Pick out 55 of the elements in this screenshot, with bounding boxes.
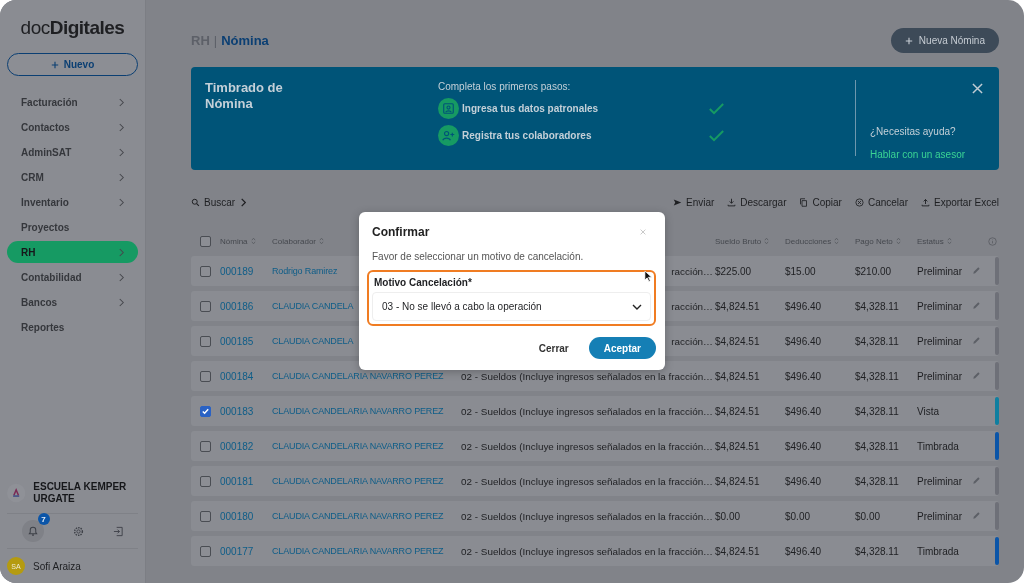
user-name: Sofi Araiza [33, 560, 81, 572]
table-cell-text: $4,328.11 [855, 475, 900, 487]
table-cell-text: $496.40 [785, 475, 823, 487]
table-cell-text: 02 - Sueldos (Incluye ingresos señalados en la fracción… [461, 440, 714, 452]
table-cell-text: $0.00 [715, 510, 742, 522]
banner-title: Timbrado de Nómina [205, 80, 284, 113]
dialog-title: Confirmar [372, 225, 430, 239]
table-cell-text: Preliminar [917, 510, 963, 522]
table-cell-text: Preliminar [917, 475, 963, 487]
banner-intro: Completa los primeros pasos: [438, 81, 572, 92]
page-title: Nómina [221, 33, 269, 48]
table-cell-text: $4,824.51 [715, 440, 761, 452]
table-cell-text: $496.40 [785, 545, 823, 557]
table-cell-text: $4,328.11 [855, 335, 900, 347]
table-cell-text: racción… [671, 300, 714, 312]
table-cell-text: $4,328.11 [855, 545, 900, 557]
table-cell-text: 02 - Sueldos (Incluye ingresos señalados en la fracción… [461, 510, 714, 522]
table-cell-text: racción… [671, 265, 714, 277]
table-cell-text: $4,328.11 [855, 300, 900, 312]
table-cell-text: 02 - Sueldos (Incluye ingresos señalados en la fracción… [461, 370, 714, 382]
table-cell-text: Preliminar [917, 300, 963, 312]
table-cell-text: $4,328.11 [855, 440, 900, 452]
table-cell-text: $496.40 [785, 370, 823, 382]
table-cell-text: $4,824.51 [715, 545, 761, 557]
table-cell-text: racción… [671, 335, 714, 347]
table-cell-text: $0.00 [785, 510, 812, 522]
table-cell-text: $15.00 [785, 265, 817, 277]
organization-name: ESCUELA KEMPER URGATE [33, 481, 128, 505]
table-cell-text: Preliminar [917, 265, 963, 277]
table-cell-text: $210.00 [855, 265, 893, 277]
table-cell-text: $4,824.51 [715, 405, 761, 417]
table-cell-text: $4,328.11 [855, 370, 900, 382]
table-cell-text: $4,824.51 [715, 300, 761, 312]
table-cell-text: 02 - Sueldos (Incluye ingresos señalados en la fracción… [461, 475, 714, 487]
table-cell-text: $225.00 [715, 265, 753, 277]
table-cell-text: Timbrada [917, 545, 960, 557]
table-cell-text: $4,824.51 [715, 335, 761, 347]
breadcrumb-separator: | [213, 33, 218, 48]
table-cell-text: $496.40 [785, 440, 823, 452]
table-cell-text: Preliminar [917, 335, 963, 347]
table-cell-text: $496.40 [785, 405, 823, 417]
table-cell-text: $0.00 [855, 510, 882, 522]
field-label: Motivo Cancelación* [373, 277, 473, 288]
table-cell-text: $496.40 [785, 335, 823, 347]
logo: docDigitales [19, 17, 126, 39]
table-cell-text: 02 - Sueldos (Incluye ingresos señalados en la fracción… [461, 545, 714, 557]
table-cell-text: 02 - Sueldos (Incluye ingresos señalados en la fracción… [461, 405, 714, 417]
help-text: ¿Necesitas ayuda? [870, 126, 957, 137]
table-cell-text: Timbrada [917, 440, 960, 452]
table-cell-text: $4,824.51 [715, 370, 761, 382]
table-cell-text: $4,824.51 [715, 475, 761, 487]
table-cell-text: $496.40 [785, 300, 823, 312]
table-cell-text: $4,328.11 [855, 405, 900, 417]
table-cell-text: Vista [917, 405, 941, 417]
table-cell-text: Preliminar [917, 370, 963, 382]
